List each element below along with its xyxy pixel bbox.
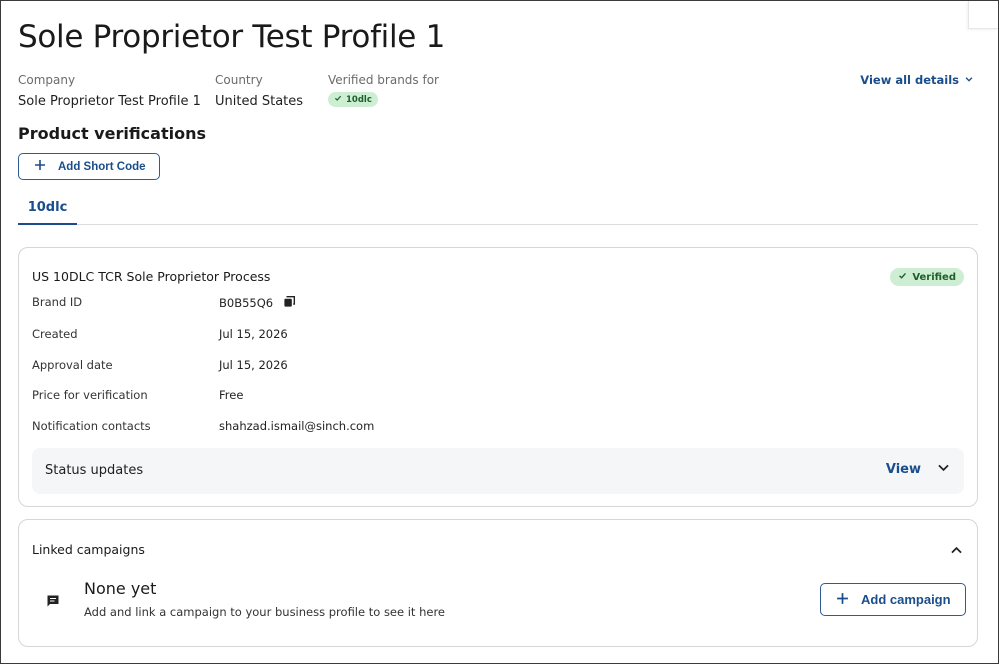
detail-row-notification-contacts: Notification contacts shahzad.ismail@sin…	[32, 419, 532, 433]
plus-icon	[34, 159, 46, 174]
meta-company: Company Sole Proprietor Test Profile 1	[18, 73, 201, 109]
detail-row-price: Price for verification Free	[32, 388, 532, 402]
detail-label: Brand ID	[32, 295, 83, 309]
process-title: US 10DLC TCR Sole Proprietor Process	[32, 269, 271, 284]
chevron-down-icon	[937, 461, 950, 478]
empty-state-title: None yet	[84, 579, 157, 598]
detail-value: B0B55Q6	[219, 295, 296, 311]
tab-10dlc[interactable]: 10dlc	[18, 192, 77, 225]
product-verifications-title: Product verifications	[18, 124, 206, 143]
detail-value: Free	[219, 388, 244, 402]
view-all-details-label: View all details	[860, 73, 959, 87]
country-label: Country	[215, 73, 263, 87]
brand-id-value: B0B55Q6	[219, 296, 274, 310]
meta-country: Country United States	[215, 73, 303, 109]
detail-row-created: Created Jul 15, 2026	[32, 327, 532, 341]
linked-campaigns-title: Linked campaigns	[32, 542, 145, 557]
detail-value: Jul 15, 2026	[219, 358, 288, 372]
verified-badge-label: Verified	[912, 271, 956, 283]
meta-verified-brands: Verified brands for 10dlc	[328, 73, 439, 107]
verified-badge: Verified	[890, 268, 964, 286]
corner-tab[interactable]	[968, 1, 998, 29]
chevron-down-icon	[964, 73, 974, 87]
copy-icon[interactable]	[283, 295, 296, 311]
company-value: Sole Proprietor Test Profile 1	[18, 94, 201, 109]
message-icon	[46, 593, 60, 612]
detail-row-brand-id: Brand ID B0B55Q6	[32, 295, 532, 311]
linked-campaigns-card: Linked campaigns None yet Add and link a…	[18, 519, 978, 647]
tab-bar: 10dlc	[18, 192, 978, 225]
company-label: Company	[18, 73, 76, 87]
verified-brand-chip-label: 10dlc	[346, 94, 372, 105]
verification-process-card: US 10DLC TCR Sole Proprietor Process Ver…	[18, 247, 978, 507]
verified-brands-label: Verified brands for	[328, 73, 439, 87]
detail-label: Price for verification	[32, 388, 148, 402]
plus-icon	[836, 592, 849, 608]
detail-row-approval-date: Approval date Jul 15, 2026	[32, 358, 532, 372]
detail-value: shahzad.ismail@sinch.com	[219, 419, 375, 433]
check-icon	[898, 271, 907, 283]
verified-brand-chip: 10dlc	[328, 92, 378, 107]
app-window: Sole Proprietor Test Profile 1 Company S…	[0, 0, 999, 664]
check-icon	[334, 94, 342, 105]
detail-label: Created	[32, 327, 78, 341]
add-short-code-label: Add Short Code	[58, 160, 146, 173]
status-updates-label: Status updates	[45, 463, 144, 478]
detail-value: Jul 15, 2026	[219, 327, 288, 341]
chevron-up-icon[interactable]	[950, 542, 963, 561]
country-value: United States	[215, 94, 304, 109]
status-updates-panel[interactable]: Status updates View	[32, 448, 964, 494]
status-updates-view-button[interactable]: View	[886, 461, 950, 478]
detail-label: Approval date	[32, 358, 113, 372]
add-campaign-label: Add campaign	[861, 592, 951, 607]
page-title: Sole Proprietor Test Profile 1	[18, 19, 446, 55]
add-short-code-button[interactable]: Add Short Code	[18, 153, 160, 180]
detail-label: Notification contacts	[32, 419, 151, 433]
status-updates-view-label: View	[885, 462, 921, 477]
empty-state-subtitle: Add and link a campaign to your business…	[84, 605, 446, 619]
add-campaign-button[interactable]: Add campaign	[820, 583, 966, 616]
view-all-details-link[interactable]: View all details	[860, 73, 974, 87]
